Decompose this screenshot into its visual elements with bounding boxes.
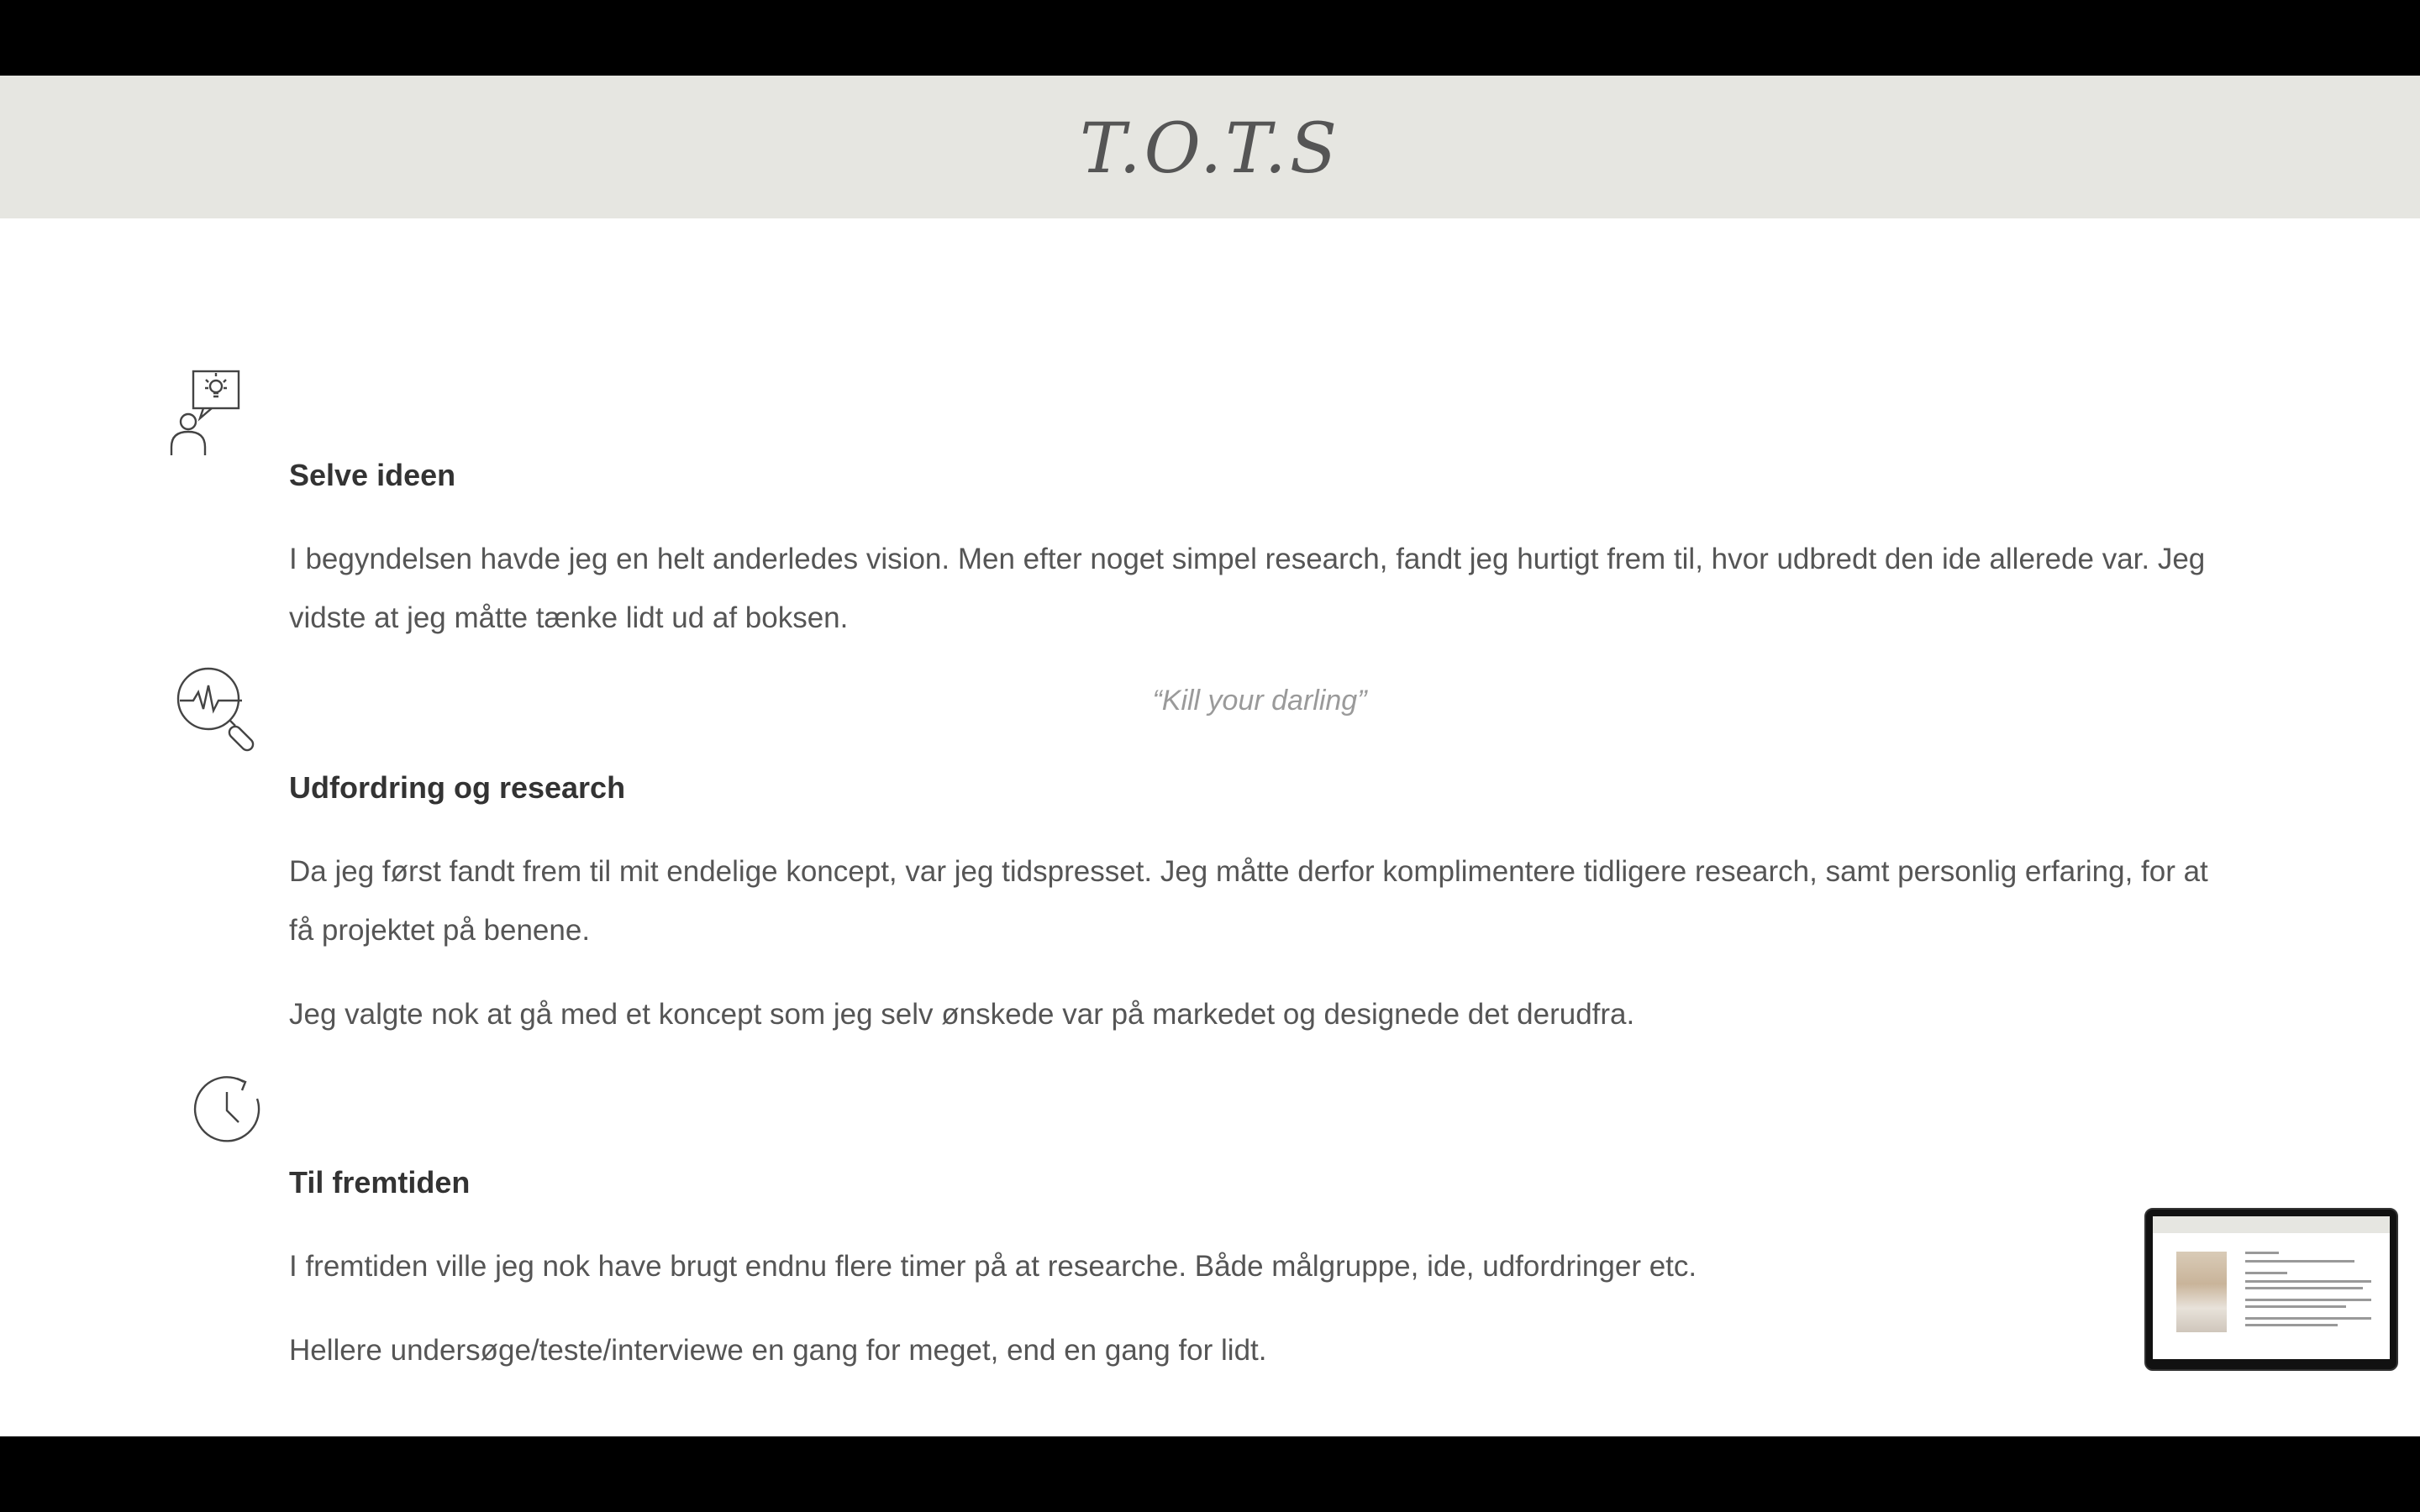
slide: T.O.T.S Selve ideen I begyndelsen havde … xyxy=(0,76,2420,1436)
section-paragraph: Hellere undersøge/teste/interviewe en ga… xyxy=(289,1334,1267,1367)
thumbnail-text-line xyxy=(2245,1305,2346,1308)
thumbnail-text-line xyxy=(2245,1272,2287,1274)
thumbnail-text-line xyxy=(2245,1280,2371,1283)
quote-text: “Kill your darling” xyxy=(1152,685,1367,717)
thumbnail-text-line xyxy=(2245,1324,2338,1326)
thumbnail-header xyxy=(2153,1216,2390,1233)
top-letterbox xyxy=(0,0,2420,76)
section-paragraph: Jeg valgte nok at gå med et koncept som … xyxy=(289,998,1635,1031)
thumbnail-preview xyxy=(2153,1216,2390,1359)
section-heading-til-fremtiden: Til fremtiden xyxy=(289,1165,471,1200)
thumbnail-text-line xyxy=(2245,1317,2371,1320)
slide-thumbnail[interactable] xyxy=(2144,1208,2398,1371)
thumbnail-photo xyxy=(2176,1252,2227,1332)
section-paragraph: Da jeg først fandt frem til mit endelige… xyxy=(289,855,2208,947)
section-heading-selve-ideen: Selve ideen xyxy=(289,458,456,492)
section-paragraph: I begyndelsen havde jeg en helt anderled… xyxy=(289,543,2206,634)
thumbnail-text-line xyxy=(2245,1260,2354,1263)
section-paragraph: I fremtiden ville jeg nok have brugt end… xyxy=(289,1250,1697,1283)
clock-arrow-icon xyxy=(192,1074,264,1146)
slide-header: T.O.T.S xyxy=(0,76,2420,218)
thumbnail-text-line xyxy=(2245,1299,2371,1301)
bottom-letterbox xyxy=(0,1436,2420,1512)
section-heading-udfordring: Udfordring og research xyxy=(289,770,626,805)
thumbnail-text-line xyxy=(2245,1287,2363,1289)
thumbnail-text-line xyxy=(2245,1252,2279,1254)
person-idea-icon xyxy=(168,370,249,457)
page-title: T.O.T.S xyxy=(1079,108,1341,189)
magnifier-pulse-icon xyxy=(175,665,264,753)
